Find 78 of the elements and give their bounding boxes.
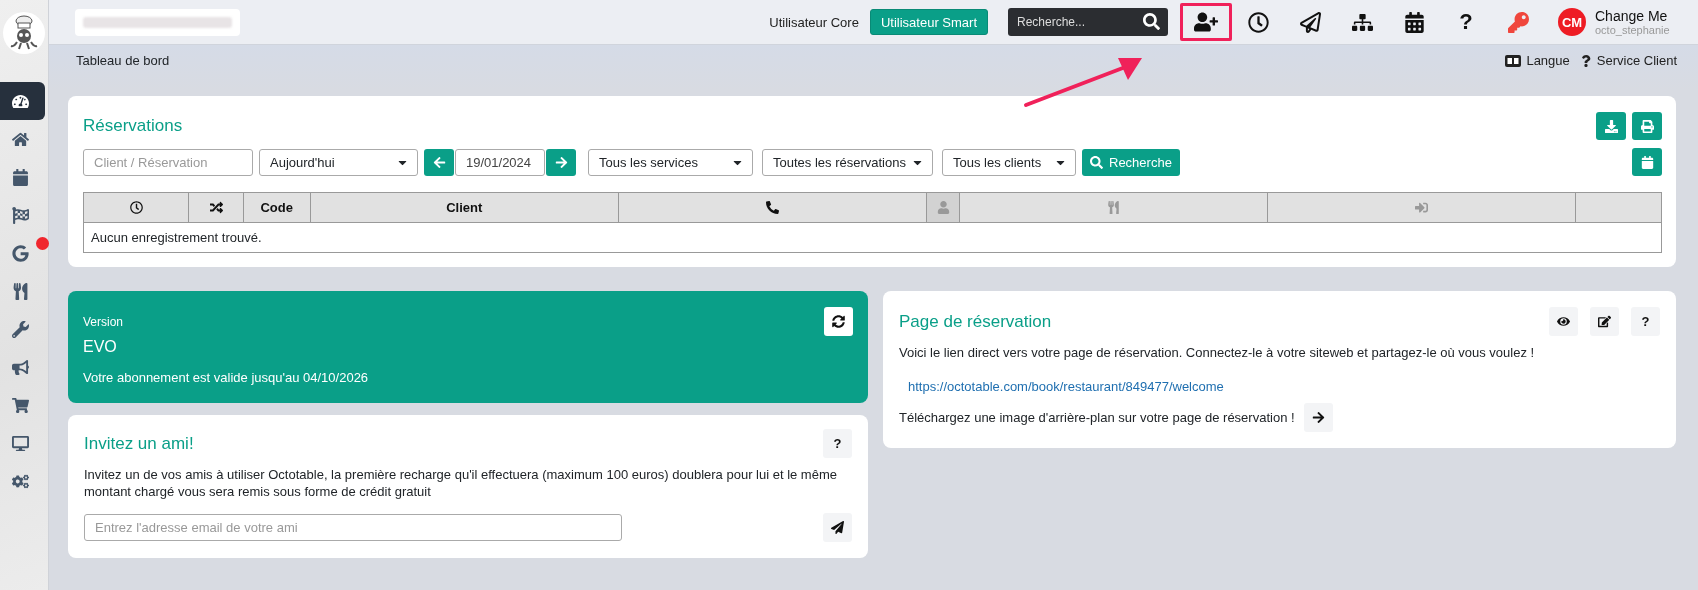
upload-button[interactable]	[1303, 403, 1333, 432]
breadcrumb: Tableau de bord	[76, 53, 170, 68]
send-button[interactable]	[823, 513, 852, 542]
key-icon	[1507, 11, 1529, 33]
megaphone-icon	[11, 358, 29, 376]
g-letter-icon	[11, 244, 29, 262]
download-icon	[1604, 119, 1618, 133]
download-button[interactable]	[1596, 112, 1626, 140]
empty-message: Aucun enregistrement trouvé.	[90, 229, 263, 247]
version-name: EVO	[83, 338, 118, 356]
previous-day-button[interactable]	[424, 148, 454, 176]
filter-select[interactable]: Tous les services	[588, 148, 753, 176]
booking-link[interactable]: https://octotable.com/book/restaurant/849477/welcome	[908, 379, 1224, 394]
subscription-text: Votre abonnement est valide jusqu'au 04/10/2026	[83, 370, 370, 385]
calendar-icon	[1403, 11, 1425, 33]
user-avatar[interactable]: CM	[1558, 8, 1586, 36]
help-button[interactable]: ?	[1631, 307, 1660, 336]
language-icon	[1505, 54, 1522, 67]
column-header[interactable]: Client	[310, 193, 619, 222]
card-title: Page de réservation	[899, 311, 1052, 332]
arrow-left-icon	[432, 155, 446, 169]
period-select[interactable]: Aujourd'hui	[259, 148, 418, 176]
sitemap-icon	[1351, 11, 1373, 33]
checkered-flag-icon	[11, 206, 29, 224]
filter-select[interactable]: Toutes les réservations	[762, 148, 933, 176]
upload-text: Téléchargez une image d'arrière-plan sur votre page de réservation !	[899, 410, 1295, 425]
column-header[interactable]: Code	[243, 193, 311, 222]
print-button[interactable]	[1632, 112, 1662, 140]
help-button[interactable]: ?	[823, 429, 852, 458]
version-label: Version	[83, 314, 124, 329]
gears-icon	[11, 472, 29, 490]
invite-text: Invitez un de vos amis à utiliser Octotable, la première recharge qu'il effectuera (maximum 100 euros) doublera pour lui et le même montant chargé vous sera remis sous forme de crédit gratuit	[84, 466, 838, 500]
arrow-right-icon	[1311, 411, 1325, 424]
refresh-button[interactable]	[824, 307, 853, 336]
card-title: Invitez un ami!	[84, 433, 194, 454]
preview-button[interactable]	[1549, 307, 1578, 336]
search-field[interactable]: Client / Réservation	[83, 148, 253, 176]
shuffle-icon[interactable]	[209, 201, 223, 214]
booking-text: Voici le lien direct vers votre page de réservation. Connectez-le à votre siteweb et partagez-le où vous voulez !	[899, 344, 1536, 361]
edit-icon	[1598, 315, 1611, 328]
help-button[interactable]: ?	[1440, 3, 1492, 41]
calendar-icon	[1640, 155, 1654, 169]
arrow-right-icon	[554, 155, 568, 169]
search-icon	[1143, 13, 1160, 30]
clock-icon	[1247, 11, 1269, 33]
wrench-icon	[11, 320, 29, 338]
phone-icon[interactable]	[766, 201, 780, 214]
utensils-icon	[11, 282, 29, 300]
print-icon	[1640, 119, 1654, 133]
edit-button[interactable]	[1590, 307, 1619, 336]
calendar-button[interactable]	[1632, 148, 1662, 176]
date-field[interactable]: 19/01/2024	[455, 148, 545, 176]
cart-icon	[11, 396, 29, 414]
help-icon	[1579, 54, 1592, 67]
refresh-icon	[832, 315, 845, 328]
clock-icon[interactable]	[129, 201, 143, 214]
header-link[interactable]: Langue	[1505, 53, 1570, 68]
next-day-button[interactable]	[546, 148, 576, 176]
paper-plane-icon	[831, 521, 844, 534]
card-title: Réservations	[83, 116, 183, 136]
header-link[interactable]: Service Client	[1579, 53, 1677, 68]
eye-icon	[1557, 315, 1570, 328]
sidebar-item[interactable]	[0, 82, 45, 120]
email-field[interactable]: Entrez l'adresse email de votre ami	[84, 514, 622, 541]
monitor-icon	[11, 434, 29, 452]
paper-plane-icon	[1299, 11, 1321, 33]
add-user-icon	[1194, 10, 1218, 34]
logo-icon	[3, 12, 45, 54]
search-icon	[1090, 155, 1103, 169]
filter-select[interactable]: Tous les clients	[942, 148, 1076, 176]
gauge-icon	[11, 92, 29, 110]
user-login: octo_stephanie	[1595, 24, 1670, 36]
user-name: Change Me	[1595, 8, 1669, 24]
toolbar-button[interactable]	[1180, 3, 1232, 41]
home-icon	[11, 130, 29, 148]
notification-dot	[35, 237, 49, 250]
calendar-icon	[11, 168, 29, 186]
search-field[interactable]: Recherche...	[1008, 8, 1168, 36]
